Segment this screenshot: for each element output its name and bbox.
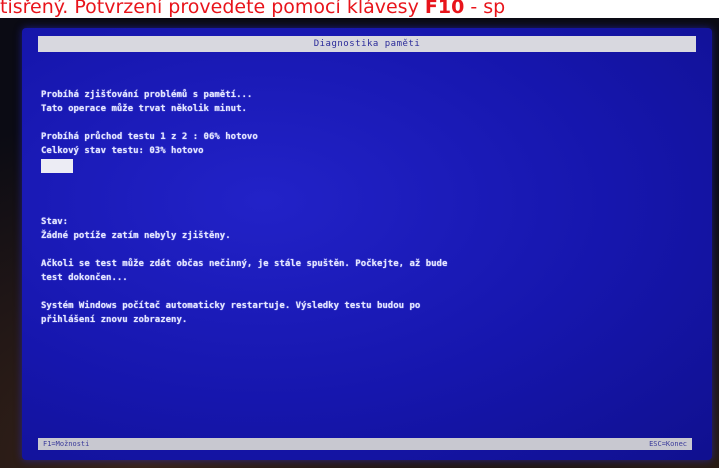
pass-progress-text: Probíhá průchod testu 1 z 2 : 06% hotovo (41, 132, 258, 142)
diagnostic-content: Probíhá zjišťování problémů s pamětí... … (41, 88, 681, 327)
options-key-hint[interactable]: F1=Možnosti (43, 438, 89, 450)
exit-key-hint[interactable]: ESC=Konec (649, 438, 687, 450)
caption-text-end: - sp (464, 0, 506, 18)
restart-line-2: přihlášení znovu zobrazeny. (41, 315, 188, 325)
progress-cursor-block (41, 159, 73, 173)
status-line-2: Tato operace může trvat několik minut. (41, 104, 247, 114)
status-line-1: Probíhá zjišťování problémů s pamětí... (41, 90, 253, 100)
monitor-photo: Diagnostika paměti Probíhá zjišťování pr… (0, 18, 719, 468)
caption-text-start: tisřený. Potvrzení provedete pomocí kláv… (0, 0, 425, 18)
state-value: Žádné potíže zatím nebyly zjištěny. (41, 231, 231, 241)
window-title: Diagnostika paměti (313, 39, 421, 49)
restart-line-1: Systém Windows počítač automaticky resta… (41, 301, 421, 311)
overall-progress-text: Celkový stav testu: 03% hotovo (41, 146, 204, 156)
state-label: Stav: (41, 217, 69, 227)
instruction-caption: tisřený. Potvrzení provedete pomocí kláv… (0, 0, 719, 20)
note-line-2: test dokončen... (41, 273, 128, 283)
caption-key-f10: F10 (424, 0, 465, 18)
footer-bar: F1=Možnosti ESC=Konec (38, 438, 692, 450)
title-bar: Diagnostika paměti (38, 36, 696, 52)
note-line-1: Ačkoli se test může zdát občas nečinný, … (41, 259, 448, 269)
memory-diagnostic-screen: Diagnostika paměti Probíhá zjišťování pr… (22, 28, 712, 460)
